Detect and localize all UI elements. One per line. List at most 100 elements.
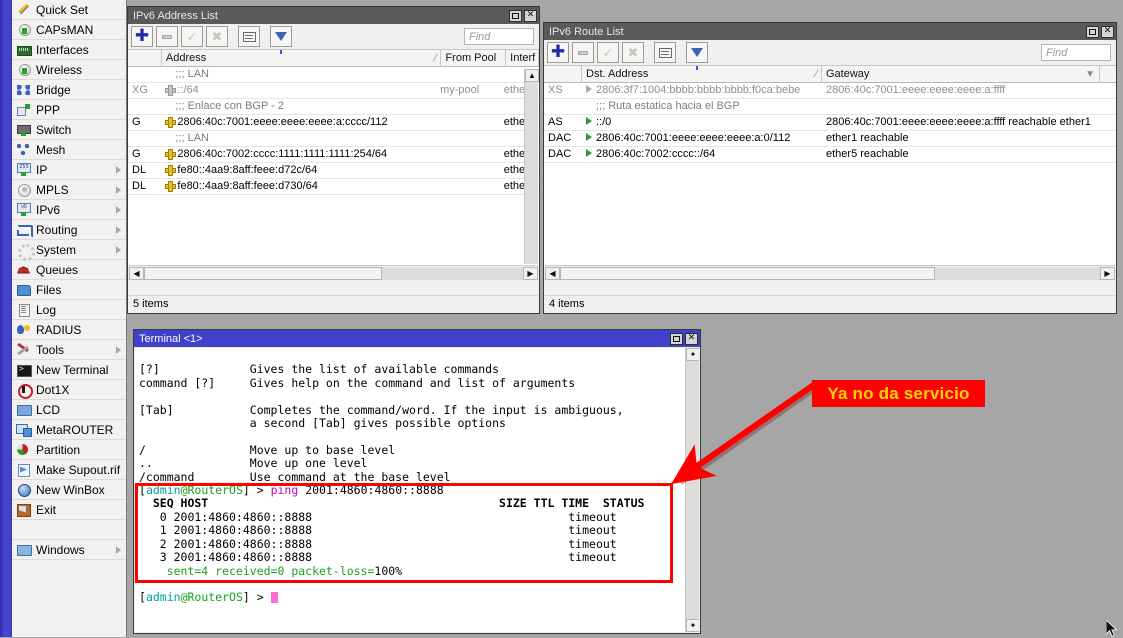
hscroll-track[interactable] bbox=[144, 267, 523, 280]
add-route-button[interactable]: ✚ bbox=[547, 42, 569, 63]
address-window-maximize-button[interactable] bbox=[509, 10, 522, 22]
terminal-titlebar[interactable]: Terminal <1> ✕ bbox=[134, 330, 700, 347]
table-row[interactable]: DLfe80::4aa9:8aff:feee:d730/64ether5 bbox=[128, 179, 539, 195]
sidebar-item-log[interactable]: Log bbox=[12, 300, 126, 320]
address-table-header[interactable]: Address⁄ From Pool Interf bbox=[128, 50, 539, 67]
hscroll-thumb[interactable] bbox=[144, 267, 382, 280]
table-row[interactable]: G2806:40c:7001:eeee:eeee:eeee:a:cccc/112… bbox=[128, 115, 539, 131]
route-table-header[interactable]: Dst. Address⁄ Gateway▼ bbox=[544, 66, 1116, 83]
sidebar-item-files[interactable]: Files bbox=[12, 280, 126, 300]
hscroll-left-arrow-icon[interactable]: ◀ bbox=[545, 267, 560, 280]
hscroll-track[interactable] bbox=[560, 267, 1100, 280]
route-col-flags[interactable] bbox=[544, 66, 582, 82]
address-col-frompool[interactable]: From Pool bbox=[441, 50, 506, 66]
sort-ascending-icon: ⁄ bbox=[435, 51, 437, 66]
sidebar-item-tools[interactable]: Tools bbox=[12, 340, 126, 360]
sidebar-item-bridge[interactable]: Bridge bbox=[12, 80, 126, 100]
route-window-close-icon[interactable]: ✕ bbox=[1101, 26, 1114, 38]
sidebar-item-new-winbox[interactable]: New WinBox bbox=[12, 480, 126, 500]
vscroll-down-arrow-icon[interactable]: ✦ bbox=[686, 619, 699, 632]
sidebar-item-dot1x[interactable]: Dot1X bbox=[12, 380, 126, 400]
sidebar-item-routing[interactable]: Routing bbox=[12, 220, 126, 240]
sidebar-item-new-terminal[interactable]: New Terminal bbox=[12, 360, 126, 380]
table-row[interactable]: DAC2806:40c:7001:eeee:eeee:eeee:a:0/112e… bbox=[544, 131, 1116, 147]
sidebar-item-capsman[interactable]: CAPsMAN bbox=[12, 20, 126, 40]
sidebar-item-mpls[interactable]: MPLS bbox=[12, 180, 126, 200]
address-find-input[interactable]: Find bbox=[464, 28, 534, 45]
ipv6-route-list-window[interactable]: IPv6 Route List ✕ ✚ ✓ ✖ Find Dst. Addres… bbox=[543, 22, 1117, 314]
disable-address-button[interactable]: ✖ bbox=[206, 26, 228, 47]
table-row[interactable]: ;;; Enlace con BGP - 2 bbox=[128, 99, 539, 115]
route-window-maximize-button[interactable] bbox=[1086, 26, 1099, 38]
address-col-interface[interactable]: Interf bbox=[506, 50, 539, 66]
table-row[interactable]: XS2806:3f7:1004:bbbb:bbbb:bbbb:f0ca:bebe… bbox=[544, 83, 1116, 99]
sidebar-item-ppp[interactable]: PPP bbox=[12, 100, 126, 120]
hscroll-thumb[interactable] bbox=[560, 267, 935, 280]
terminal-maximize-button[interactable] bbox=[670, 333, 683, 345]
terminal-close-icon[interactable]: ✕ bbox=[685, 333, 698, 345]
add-address-button[interactable]: ✚ bbox=[131, 26, 153, 47]
route-table-body[interactable]: XS2806:3f7:1004:bbbb:bbbb:bbbb:f0ca:bebe… bbox=[544, 83, 1116, 269]
sidebar-item-exit[interactable]: Exit bbox=[12, 500, 126, 520]
filter-address-button[interactable] bbox=[270, 26, 292, 47]
sidebar-item-ip[interactable]: IP bbox=[12, 160, 126, 180]
address-window-close-icon[interactable]: ✕ bbox=[524, 10, 537, 22]
filter-route-button[interactable] bbox=[686, 42, 708, 63]
table-row[interactable]: AS::/02806:40c:7001:eeee:eeee:eeee:a:fff… bbox=[544, 115, 1116, 131]
route-find-input[interactable]: Find bbox=[1041, 44, 1111, 61]
table-row[interactable]: ;;; LAN bbox=[128, 131, 539, 147]
sidebar-item-ipv6[interactable]: IPv6 bbox=[12, 200, 126, 220]
route-window-toolbar[interactable]: ✚ ✓ ✖ Find bbox=[544, 40, 1116, 66]
sidebar-item-system[interactable]: System bbox=[12, 240, 126, 260]
address-hscrollbar[interactable]: ◀ ▶ bbox=[129, 265, 538, 280]
terminal-title: Terminal <1> bbox=[139, 333, 203, 345]
sidebar-item-queues[interactable]: Queues bbox=[12, 260, 126, 280]
sidebar-item-metarouter[interactable]: MetaROUTER bbox=[12, 420, 126, 440]
table-row[interactable]: DAC2806:40c:7002:cccc::/64ether5 reachab… bbox=[544, 147, 1116, 163]
table-row[interactable]: XG::/64my-poolether5 bbox=[128, 83, 539, 99]
remove-address-button[interactable] bbox=[156, 26, 178, 47]
table-row[interactable]: G2806:40c:7002:cccc:1111:1111:1111:254/6… bbox=[128, 147, 539, 163]
sidebar-item-partition[interactable]: Partition bbox=[12, 440, 126, 460]
route-col-dst[interactable]: Dst. Address⁄ bbox=[582, 66, 822, 82]
column-menu-icon[interactable]: ▼ bbox=[1085, 67, 1095, 82]
table-row[interactable]: DLfe80::4aa9:8aff:feee:d72c/64ether1 bbox=[128, 163, 539, 179]
hscroll-right-arrow-icon[interactable]: ▶ bbox=[523, 267, 538, 280]
address-table-body[interactable]: ;;; LANXG::/64my-poolether5;;; Enlace co… bbox=[128, 67, 539, 267]
enable-route-button[interactable]: ✓ bbox=[597, 42, 619, 63]
ipv6-address-list-window[interactable]: IPv6 Address List ✕ ✚ ✓ ✖ Find Address⁄ … bbox=[127, 6, 540, 314]
terminal-output-area[interactable]: [?] Gives the list of available commands… bbox=[135, 348, 699, 632]
sidebar-item-make-supout-rif[interactable]: Make Supout.rif bbox=[12, 460, 126, 480]
disable-route-button[interactable]: ✖ bbox=[622, 42, 644, 63]
hscroll-right-arrow-icon[interactable]: ▶ bbox=[1100, 267, 1115, 280]
terminal-window[interactable]: Terminal <1> ✕ [?] Gives the list of ava… bbox=[133, 329, 701, 634]
comment-address-button[interactable] bbox=[238, 26, 260, 47]
sidebar-item-interfaces[interactable]: Interfaces bbox=[12, 40, 126, 60]
route-window-titlebar[interactable]: IPv6 Route List ✕ bbox=[544, 23, 1116, 40]
sidebar-item-radius[interactable]: RADIUS bbox=[12, 320, 126, 340]
sidebar-item-mesh[interactable]: Mesh bbox=[12, 140, 126, 160]
vscroll-up-arrow-icon[interactable]: ▲ bbox=[525, 69, 539, 82]
table-row[interactable]: ;;; LAN bbox=[128, 67, 539, 83]
address-col-flags[interactable] bbox=[128, 50, 162, 66]
address-vscrollbar[interactable]: ▲ bbox=[524, 69, 538, 264]
route-hscrollbar[interactable]: ◀ ▶ bbox=[545, 265, 1115, 280]
address-col-address[interactable]: Address⁄ bbox=[162, 50, 442, 66]
row-dst-address: 2806:40c:7002:cccc::/64 bbox=[582, 147, 822, 162]
sidebar-item-wireless[interactable]: Wireless bbox=[12, 60, 126, 80]
address-window-toolbar[interactable]: ✚ ✓ ✖ Find bbox=[128, 24, 539, 50]
table-row[interactable]: ;;; Ruta estatica hacia el BGP bbox=[544, 99, 1116, 115]
vscroll-up-arrow-icon[interactable]: ✦ bbox=[686, 348, 699, 361]
remove-route-button[interactable] bbox=[572, 42, 594, 63]
sidebar-item-switch[interactable]: Switch bbox=[12, 120, 126, 140]
address-window-titlebar[interactable]: IPv6 Address List ✕ bbox=[128, 7, 539, 24]
comment-route-button[interactable] bbox=[654, 42, 676, 63]
hscroll-left-arrow-icon[interactable]: ◀ bbox=[129, 267, 144, 280]
sidebar-item-quick-set[interactable]: Quick Set bbox=[12, 0, 126, 20]
route-col-gateway[interactable]: Gateway▼ bbox=[822, 66, 1100, 82]
sidebar-item-windows[interactable]: Windows bbox=[12, 540, 126, 560]
windows-icon bbox=[16, 543, 32, 557]
sidebar-item-lcd[interactable]: LCD bbox=[12, 400, 126, 420]
enable-address-button[interactable]: ✓ bbox=[181, 26, 203, 47]
mpls-icon bbox=[16, 183, 32, 197]
